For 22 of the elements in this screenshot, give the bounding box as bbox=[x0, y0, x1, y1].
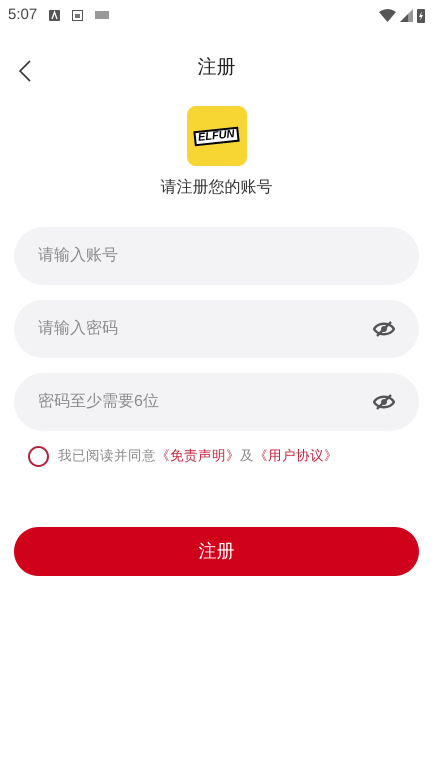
account-field[interactable]: 请输入账号 bbox=[14, 227, 419, 285]
hidden-eye-icon[interactable] bbox=[373, 320, 395, 338]
status-time: 5:07 bbox=[8, 4, 38, 25]
keyboard-icon bbox=[95, 11, 110, 19]
disclaimer-link[interactable]: 《免责声明》 bbox=[156, 446, 240, 467]
hidden-eye-icon[interactable] bbox=[373, 393, 395, 411]
page-title: 注册 bbox=[198, 56, 236, 80]
app-logo: ELFUN bbox=[186, 106, 246, 166]
password-field[interactable]: 请输入密码 bbox=[14, 300, 419, 358]
battery-icon bbox=[417, 8, 425, 22]
notification-icon bbox=[49, 10, 60, 20]
notification-icon bbox=[72, 10, 84, 20]
subtitle: 请注册您的账号 bbox=[160, 178, 272, 198]
signal-icon bbox=[400, 8, 413, 22]
wifi-icon bbox=[379, 8, 396, 22]
agreement-text: 我已阅读并同意 bbox=[58, 447, 156, 466]
register-button[interactable]: 注册 bbox=[14, 527, 419, 576]
user-agreement-link[interactable]: 《用户协议》 bbox=[254, 446, 338, 467]
agree-checkbox[interactable] bbox=[28, 446, 49, 467]
and-text: 及 bbox=[240, 447, 254, 466]
back-icon bbox=[18, 60, 32, 82]
password-field[interactable]: 密码至少需要6位 bbox=[14, 373, 419, 431]
